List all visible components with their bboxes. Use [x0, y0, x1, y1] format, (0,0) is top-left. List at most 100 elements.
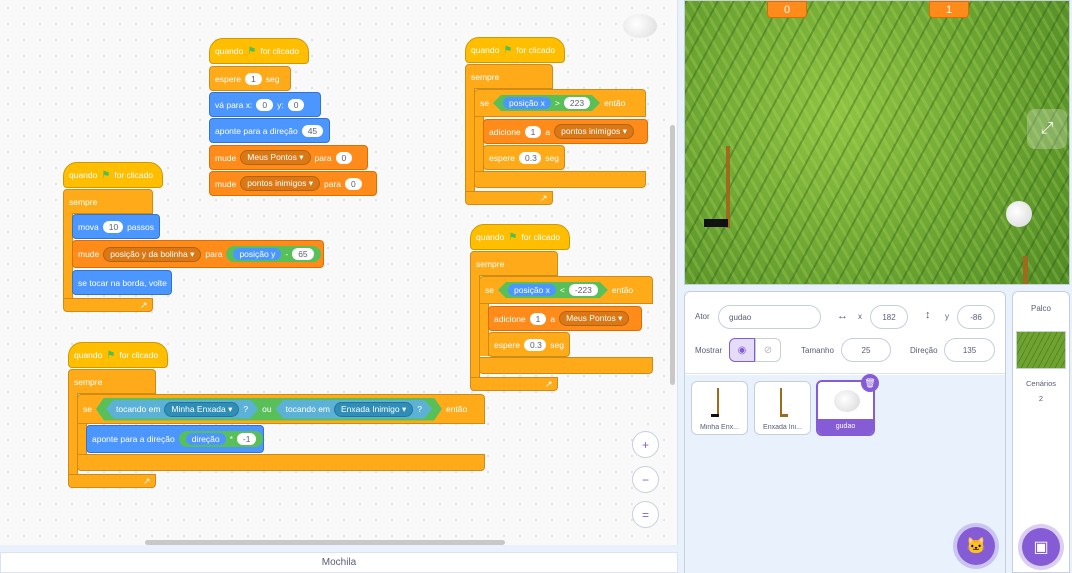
- variable-dropdown[interactable]: pontos inimigos ▾: [554, 124, 634, 139]
- or-operator[interactable]: tocando em Minha Enxada ▾? ou tocando em E…: [96, 398, 442, 421]
- when-flag-clicked-block[interactable]: quando ⚑ for clicado: [63, 162, 163, 188]
- score-value: 0: [783, 3, 791, 16]
- y-field[interactable]: -86: [957, 305, 995, 329]
- code-area[interactable]: quando ⚑ for clicado espere 1 seg vá para x:…: [0, 0, 678, 545]
- change-variable-block[interactable]: adicione 1 a pontos inimigos ▾: [483, 119, 648, 144]
- greater-than-operator[interactable]: posição x >223: [493, 95, 600, 111]
- loop-arrow-icon: ↗: [545, 378, 553, 389]
- wait-input[interactable]: 0.3: [519, 151, 542, 164]
- operator-symbol: -: [285, 249, 289, 259]
- show-label: Mostrar: [695, 346, 723, 355]
- operator-symbol: >: [554, 98, 560, 108]
- move-block[interactable]: mova 10 passos: [72, 214, 160, 239]
- bounce-on-edge-block[interactable]: se tocar na borda, volte: [72, 270, 172, 295]
- point-input[interactable]: 45: [301, 124, 324, 137]
- wait-block[interactable]: espere 1 seg: [209, 66, 291, 91]
- vertical-scrollbar[interactable]: [670, 125, 675, 385]
- when-flag-clicked-block[interactable]: quando ⚑ for clicado: [68, 342, 168, 368]
- zoom-in-button[interactable]: +: [632, 431, 659, 458]
- change-input[interactable]: 1: [529, 312, 547, 325]
- touching-condition[interactable]: tocando em Minha Enxada ▾?: [106, 400, 258, 419]
- sprite-tile-selected[interactable]: gudao 🗑: [816, 374, 879, 436]
- forever-block[interactable]: sempre: [465, 64, 553, 89]
- wait-input[interactable]: 1: [245, 72, 262, 85]
- stage-panel-title: Palco: [1030, 304, 1051, 313]
- score-monitor-left: 0: [767, 1, 807, 18]
- when-flag-clicked-block[interactable]: quando ⚑ for clicado: [209, 38, 309, 64]
- point-direction-block[interactable]: aponte para a direção 45: [209, 118, 330, 143]
- hide-eye-icon[interactable]: ⊘: [755, 338, 781, 362]
- goto-y-input[interactable]: 0: [287, 98, 305, 111]
- change-input[interactable]: 1: [524, 125, 542, 138]
- fullscreen-icon[interactable]: ⤢: [1027, 109, 1067, 149]
- backpack-label: Mochila: [321, 557, 357, 568]
- x-field[interactable]: 182: [870, 305, 908, 329]
- zoom-reset-button[interactable]: =: [632, 501, 659, 528]
- stage-target-panel[interactable]: Palco Cenários 2 ▣: [1012, 291, 1070, 573]
- touch-target-dropdown[interactable]: Minha Enxada ▾: [164, 402, 239, 417]
- x-position-reporter[interactable]: posição x: [503, 97, 551, 109]
- direction-field[interactable]: 135: [944, 338, 995, 362]
- touch-target-dropdown[interactable]: Enxada Inimigo ▾: [334, 402, 413, 417]
- wait-input[interactable]: 0.3: [524, 338, 547, 351]
- if-block[interactable]: se tocando em Minha Enxada ▾? ou tocando …: [77, 394, 485, 424]
- wait-block[interactable]: espere 0.3 seg: [488, 332, 570, 357]
- change-variable-block[interactable]: adicione 1 a Meus Pontos ▾: [488, 306, 642, 331]
- point-direction-block[interactable]: aponte para a direção direção * -1: [86, 425, 264, 453]
- subtract-operator[interactable]: posição y -65: [226, 246, 321, 262]
- choose-backdrop-image-icon[interactable]: ▣: [1022, 528, 1060, 566]
- operand-input[interactable]: -223: [569, 284, 598, 296]
- multiply-operator[interactable]: direção * -1: [178, 431, 264, 447]
- sprite-tile[interactable]: Minha Enx...: [691, 381, 748, 435]
- variable-dropdown[interactable]: pontos inimigos ▾: [240, 176, 320, 191]
- when-flag-clicked-block[interactable]: quando ⚑ for clicado: [470, 224, 570, 250]
- delete-sprite-trash-icon[interactable]: 🗑: [861, 374, 879, 392]
- set-value-input[interactable]: 0: [344, 177, 362, 190]
- forever-block[interactable]: sempre: [470, 251, 558, 276]
- set-variable-block[interactable]: mude posição y da bolinha ▾ para posição y…: [72, 240, 324, 268]
- operand-input[interactable]: 223: [564, 97, 590, 109]
- size-field[interactable]: 25: [841, 338, 891, 362]
- backpack-bar[interactable]: Mochila: [0, 552, 678, 573]
- touching-condition[interactable]: tocando em Enxada Inimigo ▾?: [276, 400, 432, 419]
- y-position-reporter[interactable]: posição y: [233, 248, 282, 260]
- variable-dropdown[interactable]: Meus Pontos ▾: [559, 311, 630, 326]
- sprite-name-value: gudao: [729, 312, 752, 322]
- ball-sprite[interactable]: [1006, 201, 1032, 227]
- forever-block[interactable]: sempre: [68, 369, 156, 394]
- hat-suffix: for clicado: [119, 350, 159, 360]
- operand-input[interactable]: 65: [292, 248, 314, 260]
- sprite-name-field[interactable]: gudao: [718, 305, 821, 329]
- set-variable-block[interactable]: mude Meus Pontos ▾ para 0: [209, 145, 368, 170]
- wait-block[interactable]: espere 0.3 seg: [483, 145, 565, 170]
- goto-x-input[interactable]: 0: [256, 98, 274, 111]
- operand-input[interactable]: -1: [236, 433, 257, 445]
- set-variable-block[interactable]: mude pontos inimigos ▾ para 0: [209, 171, 377, 196]
- move-input[interactable]: 10: [102, 220, 124, 233]
- if-block[interactable]: se posição x < -223 então: [479, 276, 653, 304]
- stage[interactable]: 0 1 ⤢: [684, 0, 1070, 285]
- forever-block[interactable]: sempre: [63, 189, 153, 214]
- when-flag-clicked-block[interactable]: quando ⚑ for clicado: [465, 37, 565, 63]
- choose-sprite-cat-icon[interactable]: 🐱: [957, 527, 995, 565]
- sprite-tile[interactable]: Enxada Ini...: [754, 381, 811, 435]
- goto-xy-block[interactable]: vá para x: 0 y: 0: [209, 92, 321, 117]
- if-block[interactable]: se posição x >223 então: [474, 89, 646, 117]
- green-flag-icon: ⚑: [106, 349, 116, 361]
- size-value: 25: [861, 345, 871, 355]
- set-to-label: para: [205, 249, 223, 259]
- horizontal-scrollbar[interactable]: [145, 540, 505, 545]
- show-visible-eye-icon[interactable]: ◉: [729, 338, 755, 362]
- stage-thumbnail[interactable]: [1016, 331, 1066, 369]
- green-flag-icon: ⚑: [503, 44, 513, 56]
- hoe-blade-left: [704, 219, 728, 227]
- variable-dropdown[interactable]: posição y da bolinha ▾: [103, 246, 202, 262]
- size-label: Tamanho: [801, 346, 834, 355]
- set-value-input[interactable]: 0: [335, 151, 353, 164]
- dropdown-value: Minha Enxada: [171, 403, 226, 414]
- x-position-reporter[interactable]: posição x: [508, 284, 556, 296]
- less-than-operator[interactable]: posição x < -223: [498, 282, 608, 298]
- zoom-out-button[interactable]: −: [632, 466, 659, 493]
- direction-reporter[interactable]: direção: [185, 433, 226, 445]
- variable-dropdown[interactable]: Meus Pontos ▾: [240, 150, 311, 165]
